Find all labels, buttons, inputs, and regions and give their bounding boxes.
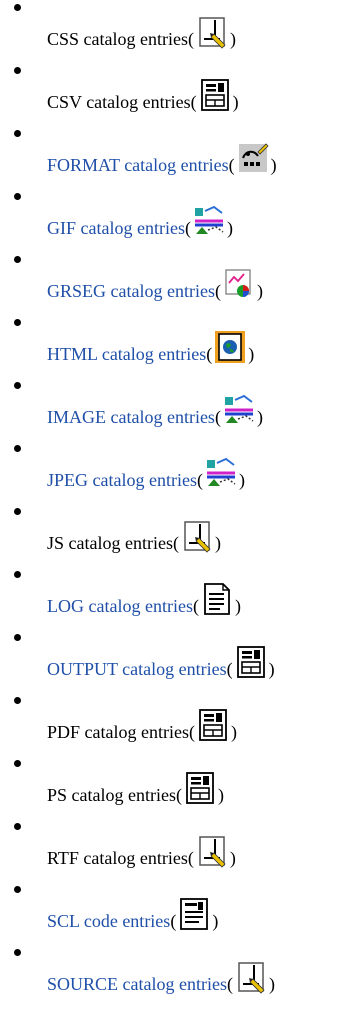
list-item: GIF catalog entries() xyxy=(0,189,355,252)
bullet xyxy=(14,193,21,200)
list-item: SOURCE catalog entries() xyxy=(0,945,355,1008)
paren-open: ( xyxy=(187,29,194,49)
bullet xyxy=(14,445,21,452)
bullet xyxy=(14,508,21,515)
bullet xyxy=(14,382,21,389)
image-icon xyxy=(192,203,226,239)
form-document-icon xyxy=(234,644,268,680)
paren-close: ) xyxy=(234,596,241,616)
paren-open: ( xyxy=(226,974,233,994)
paren-close: ) xyxy=(226,218,233,238)
list-item: PS catalog entries() xyxy=(0,756,355,819)
paren-open: ( xyxy=(196,470,203,490)
paren-open: ( xyxy=(187,848,194,868)
bullet xyxy=(14,319,21,326)
paren-open: ( xyxy=(170,911,177,931)
paren-close: ) xyxy=(256,407,263,427)
list-item: CSV catalog entries() xyxy=(0,63,355,126)
paren-close: ) xyxy=(212,911,219,931)
list-item: JS catalog entries() xyxy=(0,504,355,567)
bullet xyxy=(14,949,21,956)
entry-label: PS catalog entries xyxy=(47,785,176,805)
paren-open: ( xyxy=(175,785,182,805)
list-item: LOG catalog entries() xyxy=(0,567,355,630)
paren-open: ( xyxy=(184,218,191,238)
paren-close: ) xyxy=(268,659,275,679)
bullet xyxy=(14,67,21,74)
entry-link[interactable]: OUTPUT catalog entries xyxy=(47,658,227,680)
form-document-icon xyxy=(183,770,217,806)
entry-link[interactable]: GIF catalog entries xyxy=(47,217,185,239)
bullet xyxy=(14,130,21,137)
source-pencil-icon xyxy=(195,833,229,869)
entry-link[interactable]: JPEG catalog entries xyxy=(47,469,197,491)
paren-open: ( xyxy=(214,407,221,427)
image-icon xyxy=(204,455,238,491)
entry-link[interactable]: FORMAT catalog entries xyxy=(47,154,229,176)
form-document-icon xyxy=(196,707,230,743)
paren-close: ) xyxy=(248,344,255,364)
list-item: JPEG catalog entries() xyxy=(0,441,355,504)
paren-open: ( xyxy=(206,344,213,364)
paren-close: ) xyxy=(217,785,224,805)
entry-label: CSV catalog entries xyxy=(47,92,191,112)
list-item: IMAGE catalog entries() xyxy=(0,378,355,441)
paren-close: ) xyxy=(214,533,221,553)
grseg-icon xyxy=(222,266,256,302)
entry-link[interactable]: IMAGE catalog entries xyxy=(47,406,215,428)
entry-label: RTF catalog entries xyxy=(47,848,188,868)
paren-close: ) xyxy=(230,722,237,742)
html-globe-icon xyxy=(213,329,247,365)
bullet xyxy=(14,823,21,830)
paren-close: ) xyxy=(268,974,275,994)
format-icon xyxy=(236,140,270,176)
image-icon xyxy=(222,392,256,428)
paren-close: ) xyxy=(270,155,277,175)
entry-link[interactable]: SOURCE catalog entries xyxy=(47,973,227,995)
paren-open: ( xyxy=(172,533,179,553)
entry-link[interactable]: SCL code entries xyxy=(47,910,170,932)
paren-close: ) xyxy=(229,848,236,868)
paren-open: ( xyxy=(190,92,197,112)
list-item: SCL code entries() xyxy=(0,882,355,945)
paren-open: ( xyxy=(214,281,221,301)
log-icon xyxy=(200,581,234,617)
bullet xyxy=(14,760,21,767)
paren-close: ) xyxy=(238,470,245,490)
bullet xyxy=(14,4,21,11)
bullet xyxy=(14,697,21,704)
paren-open: ( xyxy=(226,659,233,679)
bullet xyxy=(14,256,21,263)
source-pencil-icon xyxy=(180,518,214,554)
entry-label: CSS catalog entries xyxy=(47,29,188,49)
list-item: RTF catalog entries() xyxy=(0,819,355,882)
source-pencil-icon xyxy=(195,14,229,50)
entry-label: PDF catalog entries xyxy=(47,722,189,742)
entry-link[interactable]: LOG catalog entries xyxy=(47,595,193,617)
bullet xyxy=(14,634,21,641)
paren-close: ) xyxy=(229,29,236,49)
form-document-icon xyxy=(198,77,232,113)
list-item: PDF catalog entries() xyxy=(0,693,355,756)
source-pencil-icon xyxy=(234,959,268,995)
entry-label: JS catalog entries xyxy=(47,533,173,553)
bullet xyxy=(14,571,21,578)
catalog-entry-list: CSS catalog entries() CSV catalog entrie… xyxy=(0,0,355,1008)
entry-link[interactable]: GRSEG catalog entries xyxy=(47,280,215,302)
paren-open: ( xyxy=(192,596,199,616)
paren-close: ) xyxy=(256,281,263,301)
list-item: HTML catalog entries() xyxy=(0,315,355,378)
paren-open: ( xyxy=(228,155,235,175)
bullet xyxy=(14,886,21,893)
list-item: OUTPUT catalog entries() xyxy=(0,630,355,693)
entry-link[interactable]: HTML catalog entries xyxy=(47,343,206,365)
paren-close: ) xyxy=(232,92,239,112)
list-item: FORMAT catalog entries() xyxy=(0,126,355,189)
paren-open: ( xyxy=(188,722,195,742)
list-item: GRSEG catalog entries() xyxy=(0,252,355,315)
list-item: CSS catalog entries() xyxy=(0,0,355,63)
scl-code-icon xyxy=(177,896,211,932)
